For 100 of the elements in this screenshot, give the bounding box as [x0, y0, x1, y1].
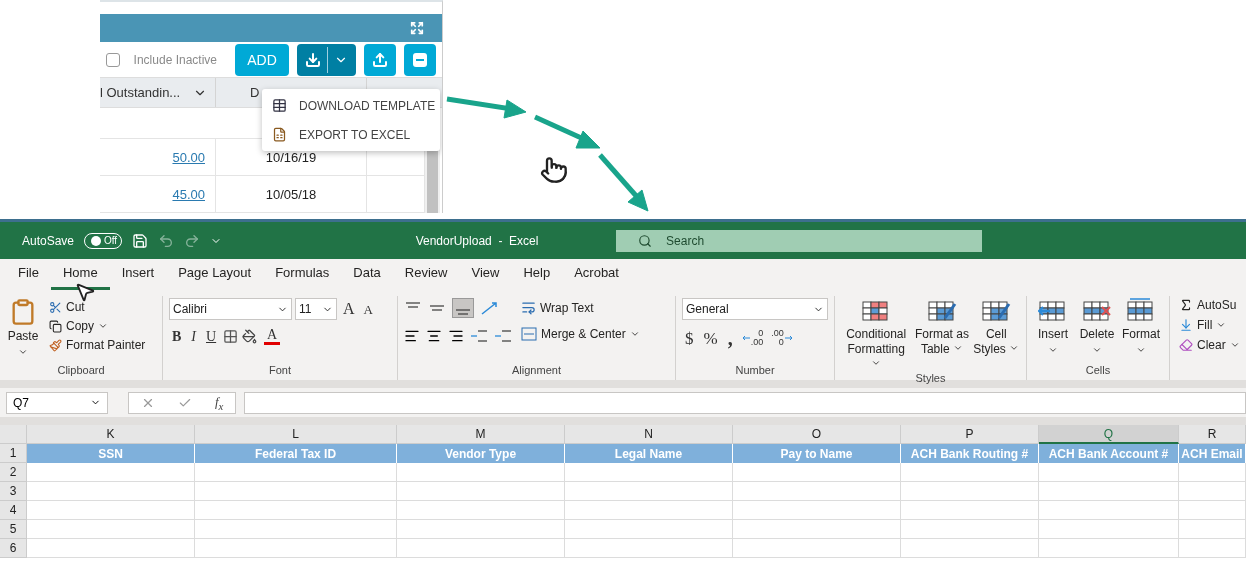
wrap-text-button[interactable]: Wrap Text — [518, 298, 643, 317]
borders-icon[interactable] — [223, 329, 239, 344]
ribbon-tab[interactable]: Help — [511, 265, 563, 290]
grid-cell[interactable] — [195, 482, 397, 501]
grid-cell[interactable] — [195, 539, 397, 558]
styles-button[interactable]: Cell Styles — [972, 298, 1020, 357]
column-letter[interactable]: R — [1179, 425, 1246, 444]
number-format-dropdown[interactable]: General — [682, 298, 828, 320]
grid-cell[interactable] — [27, 520, 195, 539]
grid-cell[interactable] — [1039, 482, 1179, 501]
grid-cell[interactable] — [733, 539, 901, 558]
grid-cell[interactable] — [733, 463, 901, 482]
clear-button[interactable]: Clear — [1176, 336, 1246, 354]
menu-item[interactable]: EXPORT TO EXCEL — [262, 120, 440, 149]
copy-button[interactable]: Copy — [46, 317, 149, 335]
grid-cell[interactable] — [565, 539, 733, 558]
amount-link[interactable]: 50.00 — [172, 149, 205, 165]
column-letter[interactable]: O — [733, 425, 901, 444]
orientation-icon[interactable] — [480, 300, 500, 316]
format-painter-button[interactable]: Format Painter — [46, 336, 149, 354]
decimal-button[interactable]: .00 0 — [769, 329, 795, 347]
column-header[interactable]: D — [250, 85, 260, 100]
grid-cell[interactable] — [901, 463, 1039, 482]
grid-cell[interactable] — [901, 520, 1039, 539]
column-letter[interactable]: P — [901, 425, 1039, 444]
row-number[interactable]: 5 — [0, 520, 27, 539]
grid-cell[interactable] — [1179, 501, 1246, 520]
grid-cell[interactable] — [195, 501, 397, 520]
align-center-icon[interactable] — [426, 328, 442, 344]
bold-button[interactable]: B — [169, 329, 185, 344]
grid-cell[interactable] — [733, 501, 901, 520]
column-letter[interactable]: K — [27, 425, 195, 444]
increase-indent-icon[interactable] — [494, 328, 512, 344]
checkbox[interactable] — [105, 52, 120, 67]
ribbon-tab[interactable]: Insert — [109, 265, 167, 290]
row-number[interactable]: 4 — [0, 501, 27, 520]
grid-cell[interactable] — [1039, 501, 1179, 520]
row-number[interactable]: 6 — [0, 539, 27, 558]
grid-cell[interactable] — [27, 539, 195, 558]
grid-cell[interactable] — [1179, 463, 1246, 482]
grid-cell[interactable] — [27, 463, 195, 482]
styles-button[interactable]: Format as Table — [913, 298, 971, 357]
comma-style-button[interactable]: , — [724, 328, 736, 348]
italic-button[interactable]: I — [188, 329, 199, 344]
shrink-font-button[interactable]: A — [360, 302, 376, 316]
column-letter[interactable]: N — [565, 425, 733, 444]
grid-cell[interactable] — [397, 539, 565, 558]
align-left-icon[interactable] — [404, 328, 420, 344]
grid-cell[interactable] — [901, 482, 1039, 501]
font-size-dropdown[interactable]: 11 — [295, 298, 337, 320]
grid-cell[interactable] — [27, 482, 195, 501]
download-split-button[interactable] — [297, 43, 356, 76]
grid-cell[interactable] — [565, 463, 733, 482]
grid-cell[interactable] — [1039, 463, 1179, 482]
ribbon-tab[interactable]: Acrobat — [562, 265, 631, 290]
percent-button[interactable]: % — [700, 329, 721, 347]
minus-button[interactable] — [404, 43, 436, 76]
autosum-button[interactable]: AutoSu — [1176, 296, 1246, 314]
grid-cell[interactable] — [901, 539, 1039, 558]
grid-cell[interactable] — [565, 520, 733, 539]
formula-input[interactable] — [244, 391, 1246, 414]
menu-item[interactable]: DOWNLOAD TEMPLATE — [262, 91, 440, 120]
row-number[interactable]: 1 — [0, 444, 27, 463]
grid-cell[interactable] — [27, 501, 195, 520]
grid-cell[interactable] — [397, 501, 565, 520]
row-number[interactable]: 3 — [0, 482, 27, 501]
row-number[interactable]: 2 — [0, 463, 27, 482]
ribbon-tab[interactable]: View — [459, 265, 512, 290]
grid-cell[interactable] — [1179, 482, 1246, 501]
grid-cell[interactable] — [565, 501, 733, 520]
insert-function-button[interactable]: f$_{x}$ — [214, 393, 224, 412]
cells-button[interactable]: Insert — [1033, 298, 1073, 355]
amount-link[interactable]: 45.00 — [172, 186, 205, 202]
merge-center-button[interactable]: Merge & Center — [518, 325, 643, 343]
ribbon-tab[interactable]: Data — [341, 265, 393, 290]
font-color-button[interactable]: A — [261, 328, 284, 345]
grid-cell[interactable] — [733, 482, 901, 501]
upload-button[interactable] — [364, 43, 396, 76]
decrease-indent-icon[interactable] — [470, 328, 488, 344]
decimal-button[interactable]: 0 .00 — [739, 329, 766, 347]
grid-cell[interactable] — [397, 463, 565, 482]
column-letter[interactable]: L — [195, 425, 397, 444]
cells-button[interactable]: Format — [1121, 298, 1161, 355]
underline-button[interactable]: U — [203, 329, 220, 344]
column-letter[interactable]: Q — [1039, 425, 1179, 444]
grid-cell[interactable] — [1179, 520, 1246, 539]
currency-button[interactable]: $ — [682, 329, 697, 347]
grow-font-button[interactable]: A — [340, 301, 358, 317]
grid-cell[interactable] — [195, 463, 397, 482]
grid-cell[interactable] — [733, 520, 901, 539]
ribbon-tab[interactable]: Review — [392, 265, 460, 290]
styles-button[interactable]: Conditional Formatting — [841, 298, 912, 372]
expand-icon[interactable] — [410, 21, 424, 36]
name-box[interactable]: Q7 — [6, 391, 108, 414]
grid-cell[interactable] — [195, 520, 397, 539]
grid-cell[interactable] — [1039, 520, 1179, 539]
redo-icon[interactable] — [184, 232, 201, 249]
grid-cell[interactable] — [1039, 539, 1179, 558]
paste-button[interactable]: Paste — [6, 298, 40, 357]
fill-color-icon[interactable] — [242, 329, 258, 344]
